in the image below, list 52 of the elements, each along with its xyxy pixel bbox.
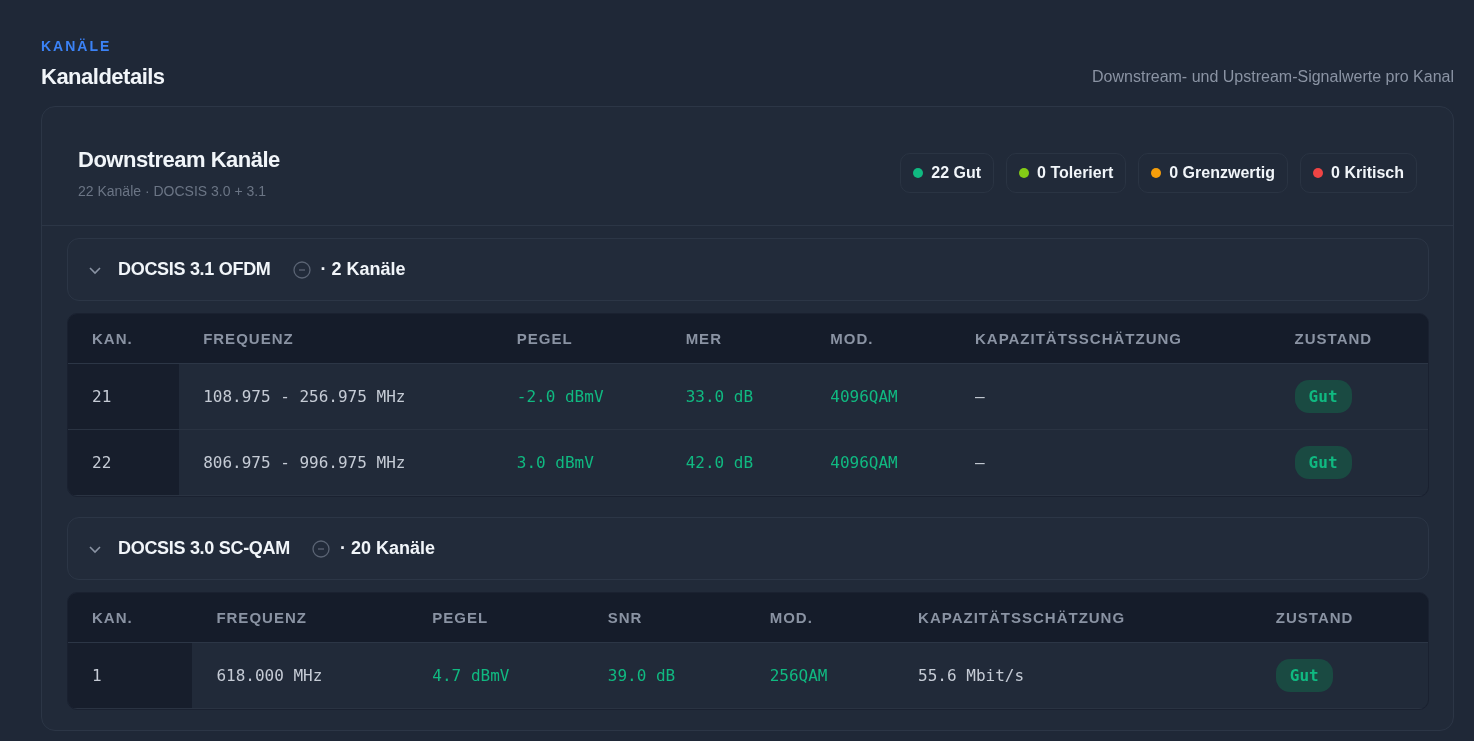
status-badge: Gut [1275,659,1333,692]
card-title: Downstream Kanäle [78,147,280,173]
column-header: KAN. [68,314,180,364]
group-header[interactable]: DOCSIS 3.1 OFDM · 2 Kanäle [67,238,1429,301]
table-cell: 256QAM [745,642,895,709]
column-header: KAPAZITÄTSSCHÄTZUNG [950,314,1271,364]
channel-number: 22 [68,429,180,496]
section-description: Downstream- und Upstream-Signalwerte pro Kanal [1092,68,1454,86]
group-header[interactable]: DOCSIS 3.0 SC-QAM · 20 Kanäle [67,517,1429,580]
card-subtitle: 22 Kanäle · DOCSIS 3.0 + 3.1 [78,183,267,199]
section-title: Kanaldetails [41,64,165,90]
table-cell: 39.0 dB [583,642,746,709]
table-cell: — [950,363,1271,430]
column-header: PEGEL [492,314,662,364]
column-header: MOD. [745,593,895,643]
group-count: · 20 Kanäle [339,538,435,559]
channel-number: 1 [68,642,193,709]
minus-circle-icon [311,539,330,558]
column-header: FREQUENZ [192,593,409,643]
column-header: MOD. [806,314,951,364]
table-cell: 55.6 Mbit/s [894,642,1252,709]
group-title: DOCSIS 3.1 OFDM [118,259,271,280]
column-header: KAPAZITÄTSSCHÄTZUNG [894,593,1252,643]
group-title: DOCSIS 3.0 SC-QAM [118,538,290,559]
channel-number: 21 [68,363,180,430]
table-cell: 4.7 dBmV [408,642,584,709]
table-cell: — [950,429,1271,496]
table-cell: 108.975 - 256.975 MHz [179,363,493,430]
column-header: MER [661,314,807,364]
minus-circle-icon [292,260,311,279]
table-cell: -2.0 dBmV [492,363,662,430]
status-badge: Gut [1294,380,1352,413]
status-label: 0 Toleriert [1037,164,1114,182]
column-header: KAN. [68,593,193,643]
section-eyebrow: KANÄLE [41,38,113,54]
column-header: FREQUENZ [179,314,493,364]
column-header: SNR [583,593,746,643]
column-header: ZUSTAND [1270,314,1428,364]
column-header: ZUSTAND [1251,593,1428,643]
table-cell: 618.000 MHz [192,642,409,709]
status-label: 22 Gut [931,164,982,182]
table-cell: 42.0 dB [661,429,807,496]
status-label: 0 Kritisch [1331,164,1404,182]
column-header: PEGEL [408,593,584,643]
status-label: 0 Grenzwertig [1169,164,1276,182]
status-badge: Gut [1294,446,1352,479]
table-cell: 806.975 - 996.975 MHz [179,429,493,496]
group-count: · 2 Kanäle [320,259,406,280]
table-cell: 3.0 dBmV [492,429,662,496]
table-cell: 33.0 dB [661,363,807,430]
table-cell: 4096QAM [806,363,951,430]
table-cell: 4096QAM [806,429,951,496]
